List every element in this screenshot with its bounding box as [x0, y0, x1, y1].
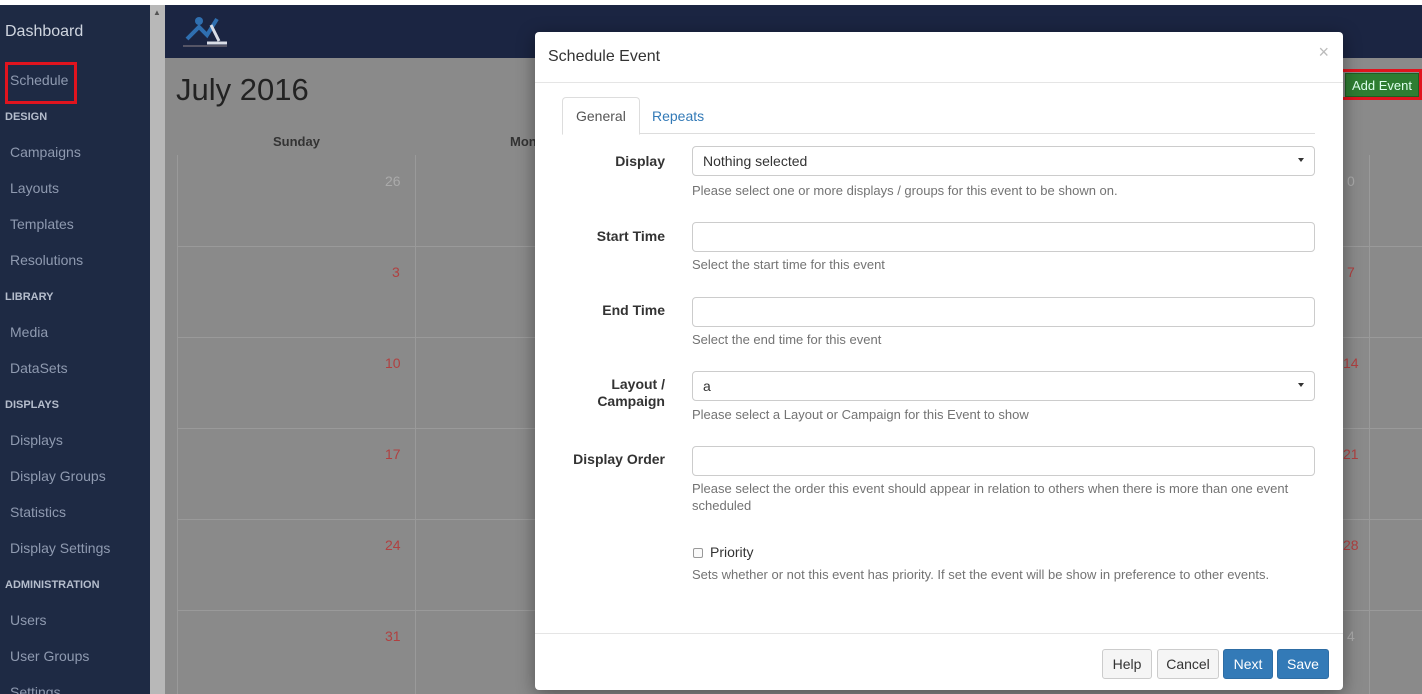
display-order-label: Display Order — [573, 451, 665, 467]
layout-campaign-select[interactable]: a — [692, 371, 1315, 401]
tab-general[interactable]: General — [562, 97, 640, 135]
section-administration: ADMINISTRATION — [5, 579, 100, 591]
calendar-day[interactable]: 28 — [1343, 537, 1359, 553]
priority-label[interactable]: Priority — [710, 544, 754, 560]
start-time-help: Select the start time for this event — [692, 257, 885, 272]
start-time-input[interactable] — [692, 222, 1315, 252]
sidebar-item-user-groups[interactable]: User Groups — [10, 648, 89, 664]
tab-repeats[interactable]: Repeats — [639, 97, 717, 134]
modal-tabs: General Repeats — [562, 97, 1315, 135]
calendar-header-monday: Mon — [510, 134, 537, 149]
calendar-day[interactable]: 14 — [1343, 355, 1359, 371]
display-select-value: Nothing selected — [703, 153, 808, 169]
sidebar-item-media[interactable]: Media — [10, 324, 48, 340]
calendar-day[interactable]: 17 — [385, 446, 401, 462]
cancel-button[interactable]: Cancel — [1157, 649, 1219, 679]
layout-campaign-help: Please select a Layout or Campaign for t… — [692, 407, 1029, 422]
caret-down-icon — [1298, 383, 1304, 387]
sidebar-item-datasets[interactable]: DataSets — [10, 360, 68, 376]
section-displays: DISPLAYS — [5, 399, 60, 411]
sidebar-item-settings[interactable]: Settings — [10, 684, 61, 694]
calendar-day[interactable]: 0 — [1347, 173, 1355, 189]
end-time-input[interactable] — [692, 297, 1315, 327]
display-order-input[interactable] — [692, 446, 1315, 476]
sidebar-item-statistics[interactable]: Statistics — [10, 504, 66, 520]
layout-label-line1: Layout / — [611, 376, 665, 392]
priority-checkbox[interactable] — [693, 548, 703, 558]
priority-help: Sets whether or not this event has prior… — [692, 567, 1270, 582]
calendar-month-title: July 2016 — [176, 72, 309, 107]
display-order-help: Please select the order this event shoul… — [692, 481, 1289, 513]
layout-campaign-label: Layout / Campaign — [535, 376, 665, 410]
sidebar-brand[interactable]: Dashboard — [5, 23, 83, 41]
scroll-up-icon[interactable]: ▲ — [153, 8, 161, 17]
app-logo-icon[interactable] — [177, 13, 233, 51]
layout-select-value: a — [703, 378, 711, 394]
modal-title: Schedule Event — [548, 48, 661, 65]
sidebar-item-schedule[interactable]: Schedule — [10, 72, 68, 88]
end-time-help: Select the end time for this event — [692, 332, 882, 347]
sidebar-item-display-settings[interactable]: Display Settings — [10, 540, 110, 556]
end-time-label: End Time — [602, 302, 665, 318]
calendar-day[interactable]: 10 — [385, 355, 401, 371]
display-help: Please select one or more displays / gro… — [692, 183, 1118, 198]
calendar-day[interactable]: 3 — [392, 264, 400, 280]
sidebar-scrollbar[interactable]: ▲ — [150, 5, 165, 694]
calendar-day[interactable]: 31 — [385, 628, 401, 644]
sidebar-item-templates[interactable]: Templates — [10, 216, 74, 232]
calendar-day[interactable]: 26 — [385, 173, 401, 189]
modal-footer-divider — [535, 633, 1343, 634]
save-button[interactable]: Save — [1277, 649, 1329, 679]
sidebar-item-layouts[interactable]: Layouts — [10, 180, 59, 196]
sidebar-item-display-groups[interactable]: Display Groups — [10, 468, 106, 484]
display-select[interactable]: Nothing selected — [692, 146, 1315, 176]
close-icon[interactable]: × — [1318, 42, 1329, 63]
sidebar-item-resolutions[interactable]: Resolutions — [10, 252, 83, 268]
caret-down-icon — [1298, 158, 1304, 162]
calendar-header-sunday: Sunday — [273, 134, 320, 149]
sidebar: Dashboard Schedule DESIGN Campaigns Layo… — [0, 5, 150, 694]
start-time-label: Start Time — [596, 228, 665, 244]
next-button[interactable]: Next — [1223, 649, 1273, 679]
add-event-button[interactable]: Add Event — [1345, 73, 1419, 97]
help-button[interactable]: Help — [1102, 649, 1152, 679]
calendar-day[interactable]: 21 — [1343, 446, 1359, 462]
sidebar-item-displays[interactable]: Displays — [10, 432, 63, 448]
sidebar-item-users[interactable]: Users — [10, 612, 47, 628]
display-label: Display — [615, 153, 665, 169]
section-design: DESIGN — [5, 111, 48, 123]
modal-header-divider — [535, 82, 1343, 83]
section-library: LIBRARY — [5, 291, 54, 303]
sidebar-item-campaigns[interactable]: Campaigns — [10, 144, 81, 160]
calendar-day[interactable]: 24 — [385, 537, 401, 553]
schedule-event-modal: Schedule Event × General Repeats Display… — [535, 32, 1343, 690]
calendar-day[interactable]: 4 — [1347, 628, 1355, 644]
calendar-day[interactable]: 7 — [1347, 264, 1355, 280]
layout-label-line2: Campaign — [597, 393, 665, 409]
